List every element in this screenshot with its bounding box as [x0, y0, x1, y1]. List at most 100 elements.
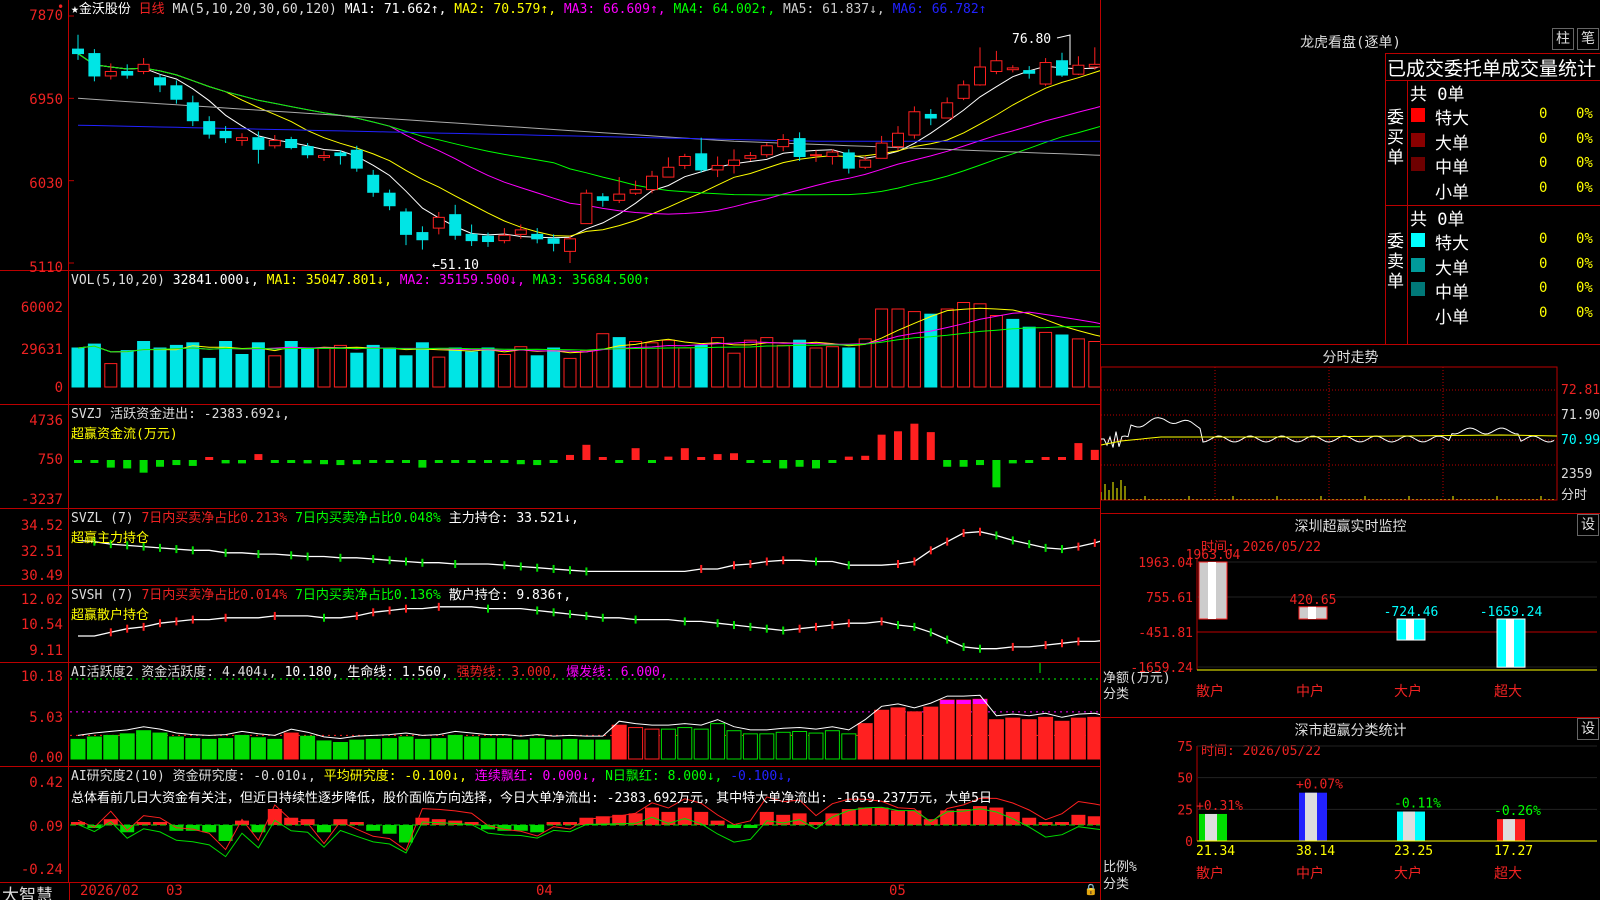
intraday-tick: 71.90 [1561, 408, 1600, 423]
ai-research-pane[interactable]: 0.42 0.09 -0.24 AI研究度2(10) 资金研究度: -0.010… [0, 767, 1100, 882]
order-size-label: 特大 [1435, 234, 1469, 254]
activity-bar [119, 733, 135, 760]
research-info-line: AI研究度2(10) 资金研究度: -0.010↓, 平均研究度: -0.100… [71, 769, 793, 784]
svzj-pane[interactable]: 4736 750 -3237 SVZJ 活跃资金进出: -2383.692↓, … [0, 405, 1100, 509]
order-pct: 0% [1576, 179, 1593, 196]
activity-bar [1070, 717, 1086, 760]
volume-bar [776, 344, 790, 388]
candle-body [646, 175, 658, 191]
fund-flow-bar [287, 460, 296, 463]
research-bar [202, 825, 217, 833]
classify-chart: 75 50 25 0 +0.31% 21.34 散户 +0.07% 38.14 中户 -0.11% 2… [1177, 740, 1597, 882]
research-bar [218, 825, 233, 841]
column-toggle-button[interactable]: 柱 [1552, 28, 1574, 50]
activity-bar [300, 735, 316, 760]
candle-body [236, 137, 248, 141]
candlestick-pane[interactable]: 7870 6950 6030 5110 • ★金沃股份 日线 MA(5,10,2… [0, 0, 1100, 275]
classify-value-label: 17.27 [1494, 844, 1533, 859]
svsh-pane[interactable]: 12.02 10.54 9.11 SVSH (7) 7日内买卖净占比0.014%… [0, 586, 1100, 663]
fund-flow-bar [861, 455, 870, 460]
fund-flow-bar [992, 460, 1001, 488]
monitor-bar-shine [1208, 562, 1216, 619]
fund-flow-bar [254, 454, 263, 460]
monitor-tick: 755.61 [1146, 591, 1193, 606]
research-bar [366, 825, 381, 831]
fund-flow-bar [123, 460, 132, 469]
fund-flow-bar [90, 460, 99, 463]
fund-flow-bar [369, 460, 378, 463]
fund-flow-bar [795, 460, 804, 467]
ma30-line [77, 53, 1100, 196]
date-tick: 2026/02 [80, 883, 140, 899]
order-count: 0 [1539, 106, 1548, 122]
activity-bar [742, 733, 758, 760]
order-color-swatch [1411, 157, 1425, 171]
fund-flow-bar [172, 460, 181, 466]
dragon-table-header: 已成交委托单成交量统计 [1387, 58, 1597, 80]
research-bar [1022, 817, 1037, 825]
activity-bar [595, 739, 611, 760]
classify-tick: 0 [1185, 835, 1193, 850]
intraday-tick: 72.81 [1561, 383, 1600, 398]
research-bar [792, 813, 807, 825]
svzl-pane[interactable]: 34.52 32.51 30.49 SVZL (7) 7日内买卖净占比0.213… [0, 509, 1100, 586]
volume-bar [989, 315, 1003, 388]
candle-body [170, 85, 183, 100]
ai-activity-pane[interactable]: 10.18 5.03 0.00 AI活跃度2 资金活跃度: 4.404↓, 10… [0, 663, 1100, 767]
activity-bar [201, 738, 217, 760]
volume-bar [793, 339, 807, 388]
fund-flow-bar [648, 460, 656, 463]
candle-body [908, 111, 921, 136]
candle-body [498, 234, 511, 242]
volume-bar [940, 308, 954, 388]
fund-flow-bar [139, 460, 148, 473]
volume-bar [87, 343, 101, 388]
intraday-panel[interactable]: 分时走势 72.81 71.90 70.99 2359 分时 [1101, 345, 1600, 514]
pen-toggle-button[interactable]: 笔 [1577, 28, 1599, 50]
activity-burst-cap [956, 700, 971, 704]
fund-flow-bar [402, 460, 410, 463]
candle-body [744, 155, 757, 159]
order-count: 0 [1539, 130, 1548, 147]
volume-pane[interactable]: 60002 29631 0 VOL(5,10,20) 32841.000↓, M… [0, 271, 1100, 405]
fund-flow-bar [1074, 443, 1083, 460]
candle-body [711, 164, 724, 171]
fund-flow-bar [221, 460, 230, 464]
fund-flow-bar [238, 460, 246, 464]
research-bar [399, 825, 413, 843]
svzj-subtitle: 超赢资金流(万元) [71, 427, 178, 442]
research-bar [530, 825, 545, 833]
activity-bar [250, 737, 266, 760]
candle-body [580, 192, 593, 225]
candle-body [1023, 70, 1036, 74]
intraday-price-line [1101, 417, 1555, 448]
fund-flow-bar [943, 460, 952, 467]
candle-body [449, 214, 462, 236]
svzl-info-line: SVZL (7) 7日内买卖净占比0.213% 7日内买卖净占比0.048% 主… [71, 511, 579, 526]
fund-flow-bar [1041, 457, 1050, 460]
activity-bar [349, 739, 365, 760]
classify-category: 超大 [1494, 866, 1522, 882]
monitor-chart: 1963.04755.61-451.81-1659.241963.04散户420… [1130, 548, 1597, 700]
holding-line [77, 531, 1100, 573]
monitor-category: 大户 [1394, 683, 1422, 700]
activity-bar [398, 736, 414, 760]
volume-bar [678, 347, 692, 388]
classify-category: 中户 [1296, 865, 1324, 882]
candle-body [1039, 62, 1052, 85]
activity-bar [660, 728, 676, 760]
intraday-tick: 70.99 [1561, 433, 1600, 448]
fund-flow-bar [894, 431, 902, 460]
volume-chart [71, 302, 1100, 388]
volume-bar [924, 313, 938, 388]
classify-category: 散户 [1196, 865, 1224, 882]
lock-icon[interactable]: 🔒 [1084, 883, 1098, 896]
monitor-bar-shine [1506, 619, 1514, 668]
activity-bar [234, 734, 250, 760]
ma-info-line: ★金沃股份 日线 MA(5,10,20,30,60,120) MA1: 71.6… [71, 2, 987, 17]
candle-body [72, 48, 84, 55]
candle-body [629, 189, 642, 194]
order-count: 0 [1539, 231, 1548, 247]
candle-body [777, 139, 790, 148]
activity-bar [1054, 720, 1070, 760]
